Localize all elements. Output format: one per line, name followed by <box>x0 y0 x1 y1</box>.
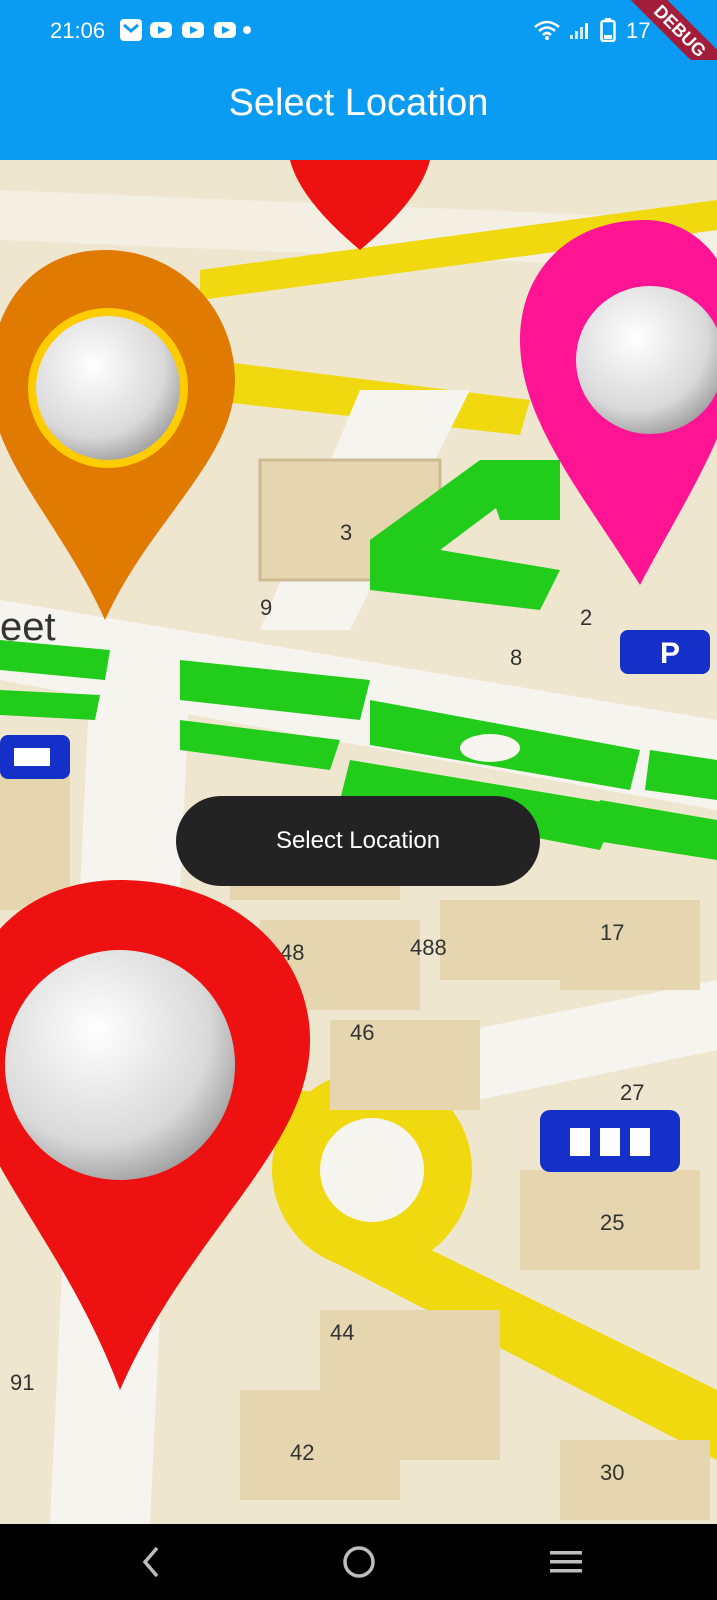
map-number: 488 <box>410 935 447 960</box>
map-number: 44 <box>330 1320 354 1345</box>
map-number: 2 <box>580 605 592 630</box>
back-button[interactable] <box>124 1540 180 1584</box>
status-bar: 21:06 17 DEBUG <box>0 0 717 94</box>
youtube-icon <box>182 22 204 38</box>
map-number: 3 <box>340 520 352 545</box>
home-button[interactable] <box>331 1540 387 1584</box>
app-bar: Select Location <box>0 60 717 160</box>
select-location-button[interactable]: Select Location <box>176 796 540 886</box>
street-label: eet <box>0 605 56 649</box>
map-number: 9 <box>260 595 272 620</box>
home-icon <box>343 1546 375 1578</box>
mail-icon <box>120 19 142 41</box>
map-number: 46 <box>350 1020 374 1045</box>
map-number: 42 <box>290 1440 314 1465</box>
map-number: 8 <box>510 645 522 670</box>
map-number: 91 <box>10 1370 34 1395</box>
menu-icon <box>550 1551 582 1573</box>
battery-icon <box>600 18 616 42</box>
youtube-icon <box>214 22 236 38</box>
battery-text: 17 <box>626 18 651 43</box>
dot-icon <box>243 26 251 34</box>
youtube-icon <box>150 22 172 38</box>
wifi-icon <box>534 20 560 40</box>
nav-bar <box>0 1524 717 1600</box>
hotel-icon <box>540 1110 680 1172</box>
menu-button[interactable] <box>538 1540 594 1584</box>
page-title: Select Location <box>228 82 489 124</box>
map-number: 27 <box>620 1080 644 1105</box>
map-number: 25 <box>600 1210 624 1235</box>
hotel-icon <box>0 735 70 779</box>
back-icon <box>142 1546 159 1578</box>
signal-icon <box>570 23 588 39</box>
map-number: 30 <box>600 1460 624 1485</box>
parking-icon: P <box>620 630 710 674</box>
status-time: 21:06 <box>50 18 106 43</box>
map-number: 17 <box>600 920 624 945</box>
svg-text:P: P <box>660 637 680 670</box>
